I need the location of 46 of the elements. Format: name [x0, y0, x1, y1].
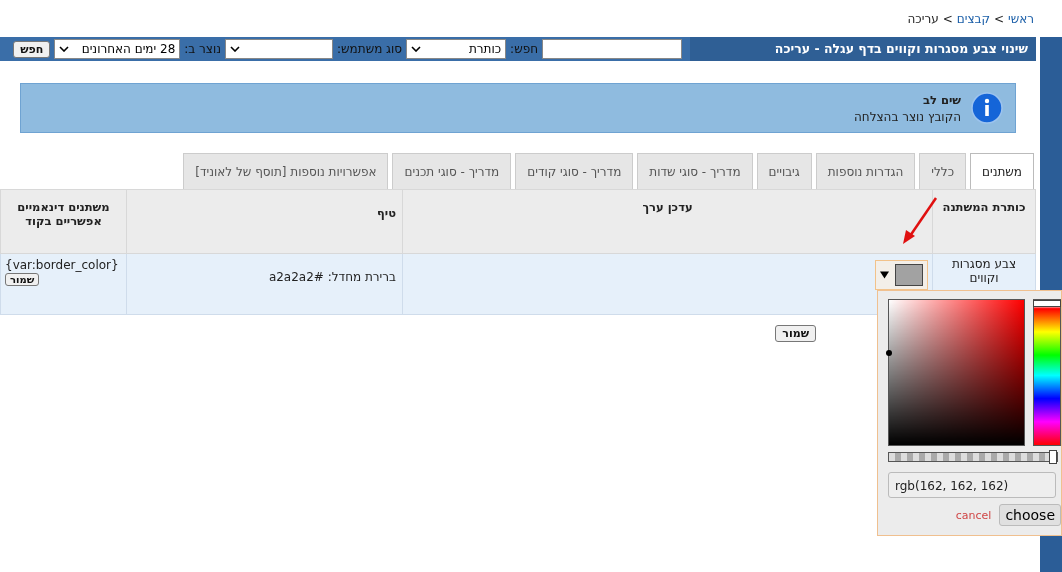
hue-thumb[interactable]: [1033, 300, 1062, 307]
search-button[interactable]: חפש: [13, 40, 51, 58]
cancel-link[interactable]: cancel: [955, 508, 992, 522]
search-label: חפש:: [510, 42, 538, 56]
save-button[interactable]: שמור: [775, 325, 816, 342]
tab[interactable]: מדריך - סוגי תכנים: [392, 153, 512, 189]
tab[interactable]: אפשרויות נוספות [תוסף של לאוניד]: [183, 153, 389, 189]
tab[interactable]: גיבויים: [756, 153, 812, 189]
caret-icon: [880, 271, 889, 279]
chevron-icon: [411, 46, 422, 52]
tab[interactable]: כללי: [919, 153, 966, 189]
saturation-field[interactable]: [888, 299, 1026, 446]
notice-message: הקובץ נוצר בהצלחה: [853, 109, 961, 124]
column-header: טיף: [126, 189, 403, 254]
user-type-label: סוג משתמש:: [337, 42, 403, 56]
breadcrumb-separator: >: [942, 11, 953, 26]
table-cell-text: {var:border_color}: [5, 258, 120, 272]
color-value-field[interactable]: rgb(162, 162, 162): [888, 472, 1056, 498]
save-button[interactable]: שמור: [5, 273, 40, 286]
table-cell: ברירת מחדל: #a2a2a2: [126, 253, 403, 315]
column-header: משתנים דינאמיים אפשריים בקוד: [0, 189, 127, 254]
tab[interactable]: משתנים: [970, 153, 1034, 189]
choose-button[interactable]: choose: [999, 504, 1061, 526]
breadcrumb-link[interactable]: קבצים: [956, 11, 990, 26]
created-label: נוצר ב:: [184, 42, 222, 56]
created-select[interactable]: 28 ימים האחרונים: [54, 39, 181, 59]
tab[interactable]: מדריך - סוגי שדות: [637, 153, 753, 189]
tab[interactable]: מדריך - סוגי קודים: [515, 153, 634, 189]
tab[interactable]: הגדרות נוספות: [815, 153, 916, 189]
arrow-annotation: [900, 196, 940, 246]
color-picker-button[interactable]: [875, 260, 928, 290]
page-title: שינוי צבע מסגרות וקווים בדף עגלה - עריכה: [690, 37, 1036, 61]
breadcrumb-separator: >: [993, 11, 1004, 26]
chevron-icon: [230, 46, 241, 52]
info-icon: [971, 92, 1003, 124]
picker-handle[interactable]: [886, 350, 892, 356]
search-field[interactable]: [542, 39, 682, 59]
column-header: עדכן ערך: [402, 189, 933, 254]
column-header: כותרת המשתנה: [932, 189, 1036, 254]
breadcrumb-current: עריכה: [907, 11, 939, 26]
alpha-thumb[interactable]: [1049, 450, 1057, 464]
search-in-select[interactable]: כותרת: [406, 39, 507, 59]
breadcrumb-link[interactable]: ראשי: [1008, 11, 1034, 26]
user-type-select[interactable]: [225, 39, 334, 59]
chevron-icon: [59, 46, 70, 52]
notice-title: שים לב: [921, 92, 961, 107]
